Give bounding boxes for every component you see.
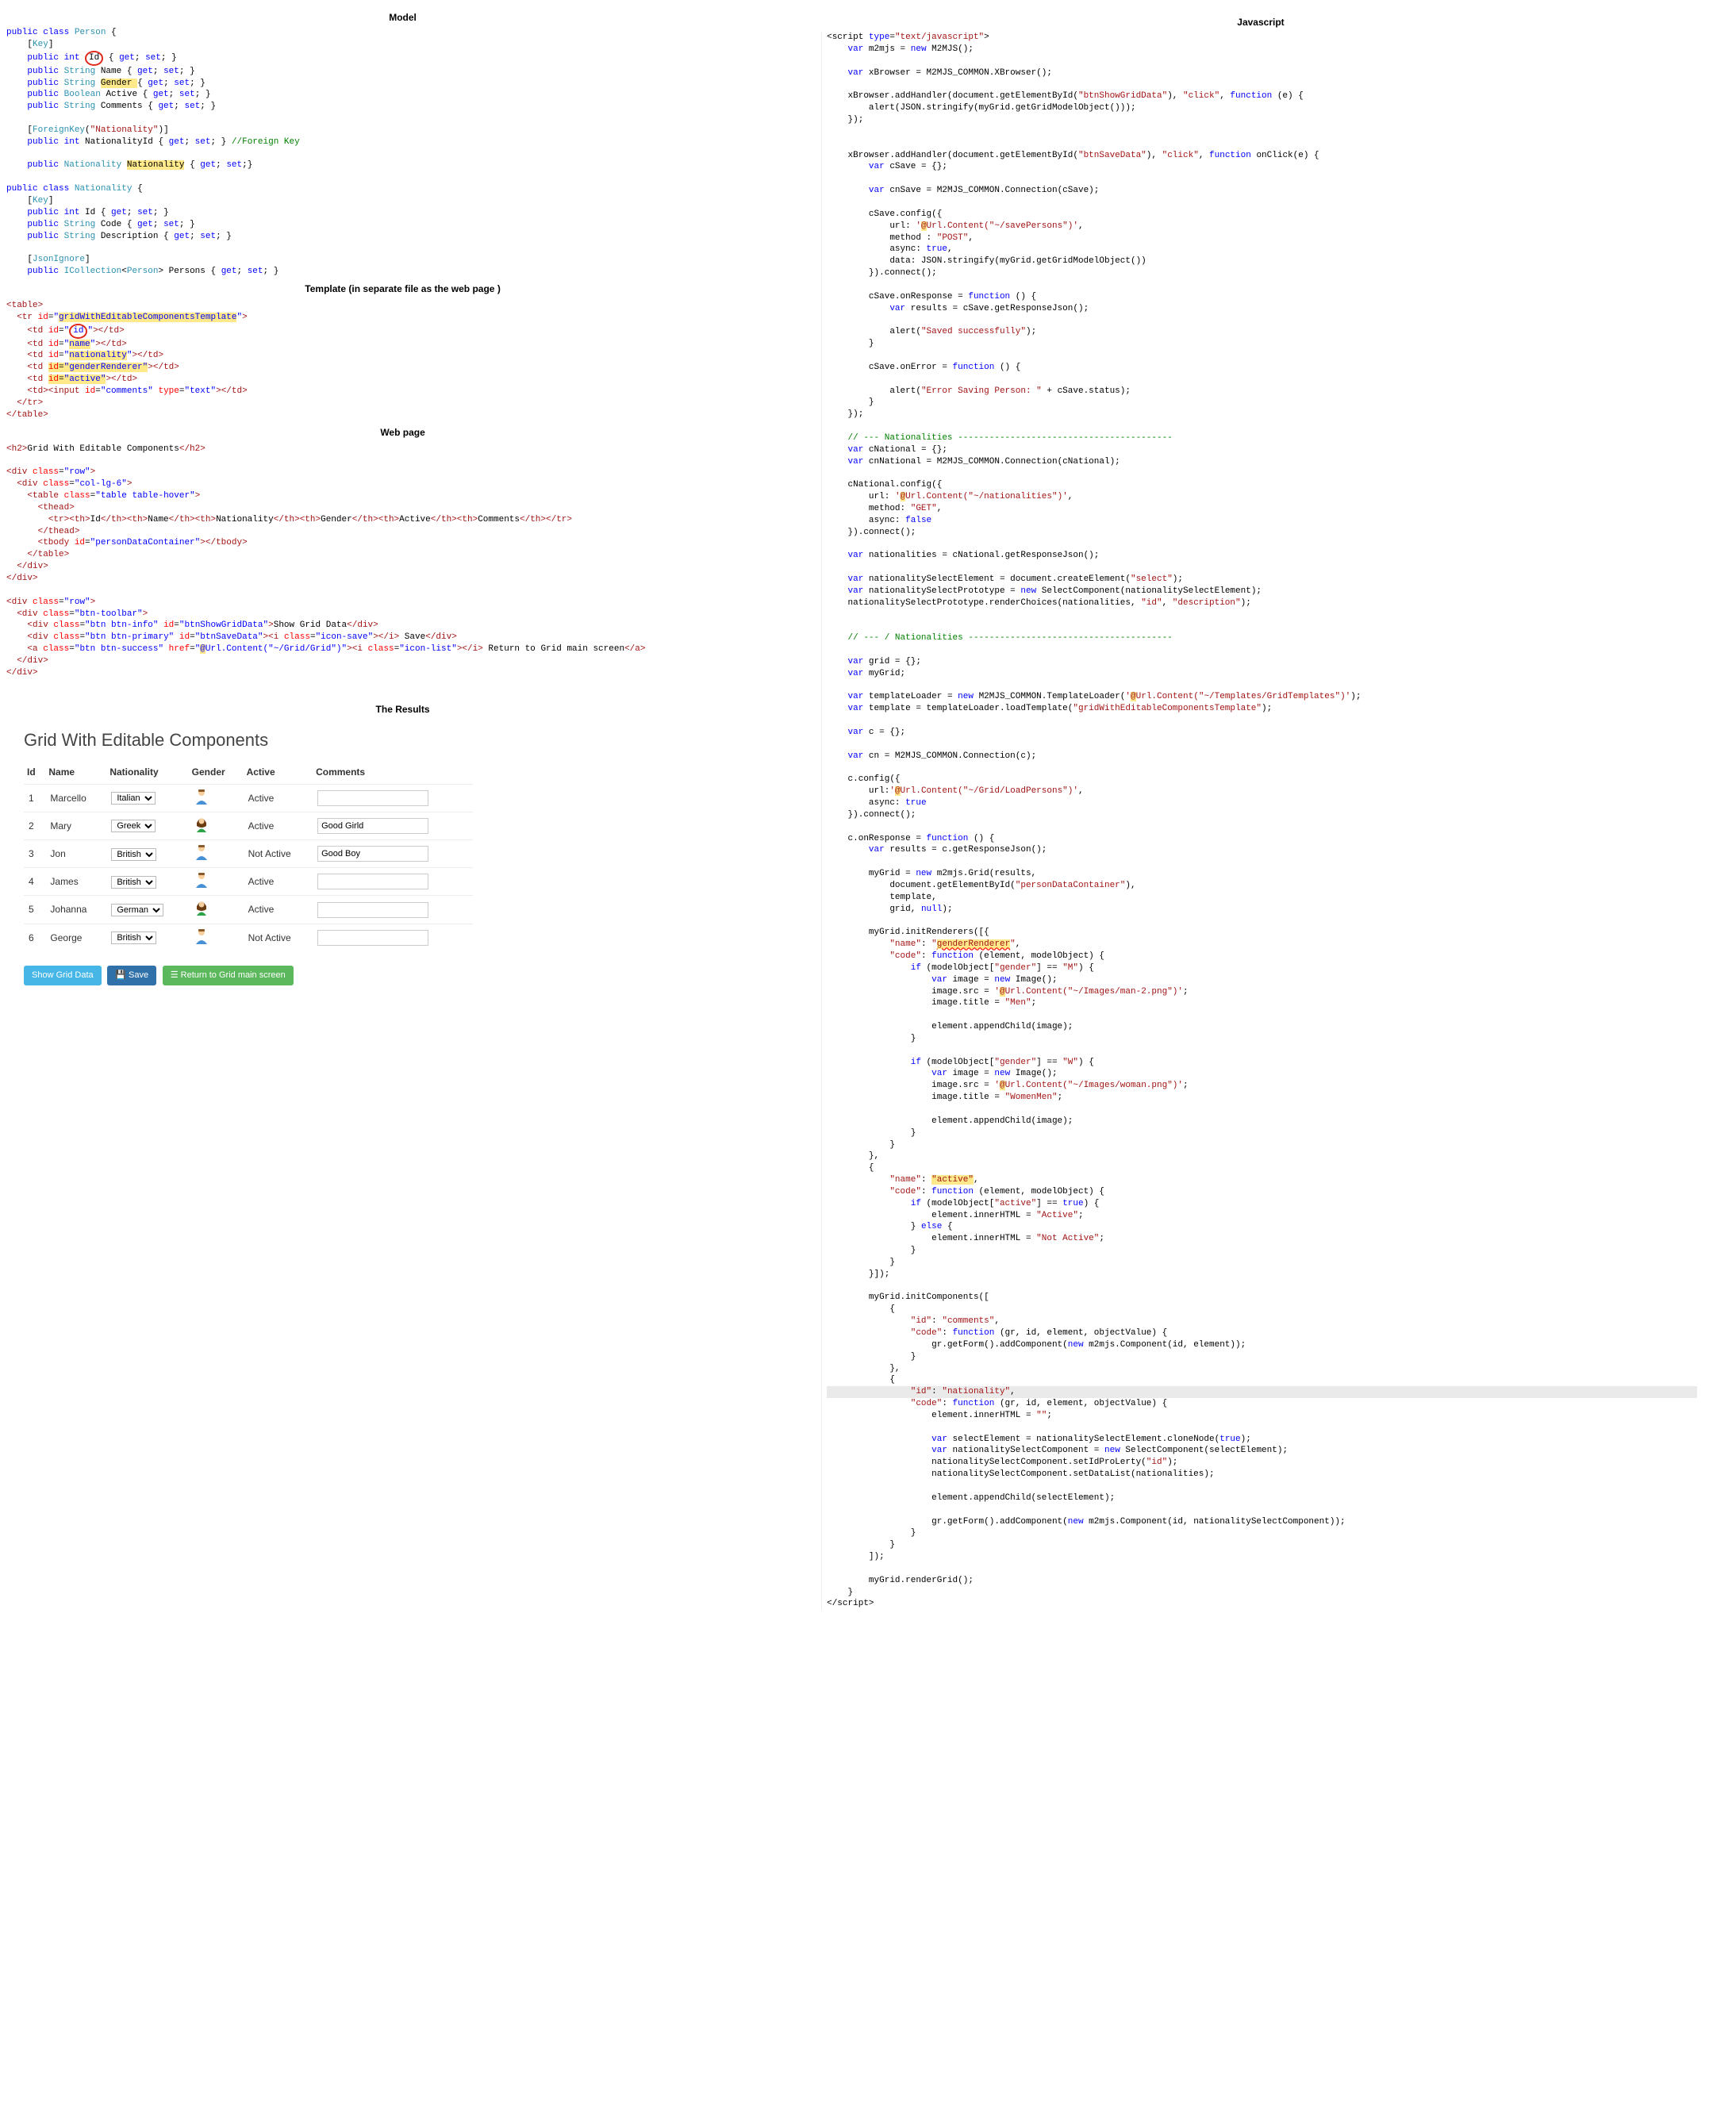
cell-id: 6 xyxy=(24,924,45,951)
cell-gender xyxy=(189,812,244,839)
comment-input[interactable] xyxy=(317,818,428,834)
cell-id: 2 xyxy=(24,812,45,839)
cell-name: Johanna xyxy=(45,896,106,924)
cell-id: 3 xyxy=(24,840,45,868)
cell-name: Jon xyxy=(45,840,106,868)
comment-input[interactable] xyxy=(317,874,428,889)
col-nat: Nationality xyxy=(106,762,188,784)
table-row: 4James British Active xyxy=(24,868,473,896)
cell-active: Not Active xyxy=(244,840,313,868)
cell-gender xyxy=(189,868,244,896)
cell-id: 4 xyxy=(24,868,45,896)
comment-input[interactable] xyxy=(317,930,428,946)
code-model: public class Person { [Key] public int I… xyxy=(6,27,799,278)
comment-input[interactable] xyxy=(317,846,428,862)
col-gend: Gender xyxy=(189,762,244,784)
nationality-select[interactable]: Greek xyxy=(111,820,156,832)
cell-active: Active xyxy=(244,812,313,839)
nationality-select[interactable]: British xyxy=(111,876,156,889)
table-row: 1Marcello Italian Active xyxy=(24,784,473,812)
woman-icon xyxy=(194,900,209,916)
cell-nat: British xyxy=(106,924,188,951)
man-icon xyxy=(194,928,209,944)
col-act: Active xyxy=(244,762,313,784)
cell-active: Active xyxy=(244,784,313,812)
cell-gender xyxy=(189,924,244,951)
cell-nat: German xyxy=(106,896,188,924)
code-template: <table> <tr id="gridWithEditableComponen… xyxy=(6,300,799,421)
table-row: 5Johanna German Active xyxy=(24,896,473,924)
cell-gender xyxy=(189,784,244,812)
table-row: 6George British Not Active xyxy=(24,924,473,951)
nationality-select[interactable]: German xyxy=(111,904,163,916)
cell-active: Active xyxy=(244,896,313,924)
nationality-select[interactable]: British xyxy=(111,931,156,944)
code-javascript: <script type="text/javascript"> var m2mj… xyxy=(821,32,1700,1610)
cell-comment xyxy=(313,924,472,951)
results-title: Grid With Editable Components xyxy=(24,728,797,752)
cell-nat: British xyxy=(106,840,188,868)
cell-gender xyxy=(189,896,244,924)
results-header-row: Id Name Nationality Gender Active Commen… xyxy=(24,762,473,784)
heading-results: The Results xyxy=(6,703,799,716)
cell-nat: British xyxy=(106,868,188,896)
cell-nat: Italian xyxy=(106,784,188,812)
cell-comment xyxy=(313,868,472,896)
cell-active: Not Active xyxy=(244,924,313,951)
comment-input[interactable] xyxy=(317,902,428,918)
cell-comment xyxy=(313,840,472,868)
nationality-select[interactable]: Italian xyxy=(111,792,156,805)
col-com: Comments xyxy=(313,762,472,784)
cell-gender xyxy=(189,840,244,868)
nationality-select[interactable]: British xyxy=(111,848,156,861)
table-row: 3Jon British Not Active xyxy=(24,840,473,868)
return-button[interactable]: ☰ Return to Grid main screen xyxy=(163,966,294,985)
col-name: Name xyxy=(45,762,106,784)
results-grid: Id Name Nationality Gender Active Commen… xyxy=(24,762,473,951)
heading-webpage: Web page xyxy=(6,426,799,439)
cell-comment xyxy=(313,896,472,924)
woman-icon xyxy=(194,816,209,832)
cell-name: Mary xyxy=(45,812,106,839)
man-icon xyxy=(194,844,209,860)
cell-name: Marcello xyxy=(45,784,106,812)
cell-name: James xyxy=(45,868,106,896)
heading-model: Model xyxy=(6,11,799,24)
results-panel: Grid With Editable Components Id Name Na… xyxy=(6,720,799,985)
show-grid-data-button[interactable]: Show Grid Data xyxy=(24,966,102,985)
comment-input[interactable] xyxy=(317,790,428,806)
save-button[interactable]: 💾 Save xyxy=(107,966,156,985)
man-icon xyxy=(194,789,209,805)
table-row: 2Mary Greek Active xyxy=(24,812,473,839)
code-webpage: <h2>Grid With Editable Components</h2> <… xyxy=(6,444,799,679)
col-id: Id xyxy=(24,762,45,784)
cell-id: 5 xyxy=(24,896,45,924)
cell-id: 1 xyxy=(24,784,45,812)
cell-comment xyxy=(313,784,472,812)
man-icon xyxy=(194,872,209,888)
heading-javascript: Javascript xyxy=(821,16,1700,29)
cell-nat: Greek xyxy=(106,812,188,839)
cell-name: George xyxy=(45,924,106,951)
heading-template: Template (in separate file as the web pa… xyxy=(6,282,799,295)
cell-active: Active xyxy=(244,868,313,896)
circle-id: Id xyxy=(85,51,103,66)
cell-comment xyxy=(313,812,472,839)
